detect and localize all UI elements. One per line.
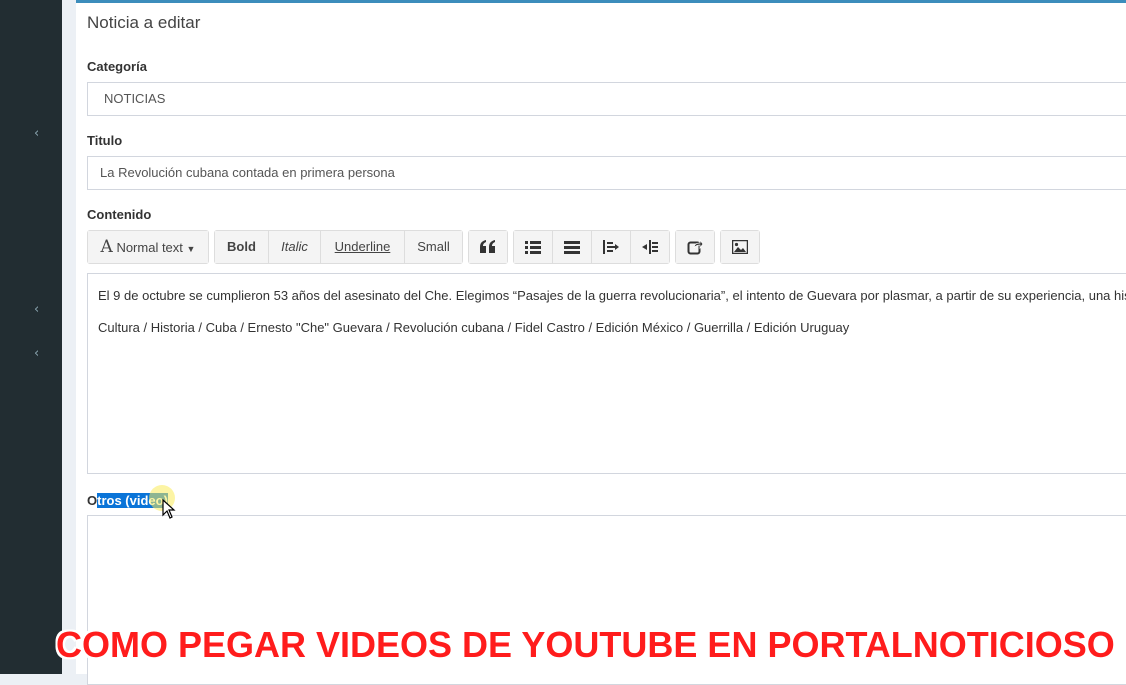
italic-button[interactable]: Italic xyxy=(269,231,321,263)
content-editor[interactable]: El 9 de octubre se cumplieron 53 años de… xyxy=(87,273,1126,474)
insert-link-button[interactable] xyxy=(676,231,714,263)
font-icon: A xyxy=(100,237,113,257)
normal-text-label: Normal text xyxy=(116,240,183,255)
quote-icon xyxy=(480,240,495,253)
chevron-left-icon[interactable]: ‹ xyxy=(34,302,39,317)
edit-news-box: Noticia a editar Categoría NOTICIAS Titu… xyxy=(76,0,1126,685)
chevron-left-icon[interactable]: ‹ xyxy=(34,126,39,141)
small-button[interactable]: Small xyxy=(405,231,462,263)
image-icon xyxy=(731,239,749,255)
chevron-left-icon[interactable]: ‹ xyxy=(34,346,39,361)
insert-image-button[interactable] xyxy=(721,231,759,263)
share-link-icon xyxy=(687,238,704,255)
outdent-button[interactable] xyxy=(592,231,631,263)
categoria-select[interactable]: NOTICIAS xyxy=(87,82,1126,116)
font-style-group: A Normal text ▼ xyxy=(87,230,209,264)
contenido-label: Contenido xyxy=(87,207,152,222)
bold-button[interactable]: Bold xyxy=(215,231,269,263)
text-format-group: Bold Italic Underline Small xyxy=(214,230,463,264)
content-gutter xyxy=(62,0,76,674)
underline-button[interactable]: Underline xyxy=(321,231,405,263)
content-paragraph: El 9 de octubre se cumplieron 53 años de… xyxy=(98,288,1126,303)
unordered-list-button[interactable] xyxy=(514,231,553,263)
indent-icon xyxy=(642,240,658,254)
otros-label-prefix: O xyxy=(87,493,98,508)
normal-text-dropdown[interactable]: A Normal text ▼ xyxy=(88,231,208,263)
categoria-value: NOTICIAS xyxy=(104,91,166,106)
unordered-list-icon xyxy=(525,241,541,254)
image-group xyxy=(720,230,760,264)
mouse-pointer-icon xyxy=(162,499,176,519)
quote-group xyxy=(468,230,508,264)
ordered-list-icon xyxy=(564,241,580,254)
list-group xyxy=(513,230,670,264)
content-tags-paragraph: Cultura / Historia / Cuba / Ernesto "Che… xyxy=(98,320,850,335)
sidebar: ‹ ‹ ‹ xyxy=(0,0,62,674)
ordered-list-button[interactable] xyxy=(553,231,592,263)
titulo-value: La Revolución cubana contada en primera … xyxy=(100,165,395,180)
blockquote-button[interactable] xyxy=(469,231,507,263)
titulo-label: Titulo xyxy=(87,133,123,148)
caret-down-icon: ▼ xyxy=(186,244,196,254)
categoria-label: Categoría xyxy=(87,59,147,74)
outdent-icon xyxy=(603,240,619,254)
titulo-input[interactable]: La Revolución cubana contada en primera … xyxy=(87,156,1126,190)
video-caption-overlay: COMO PEGAR VIDEOS DE YOUTUBE EN PORTALNO… xyxy=(56,624,1115,665)
indent-button[interactable] xyxy=(631,231,669,263)
link-group xyxy=(675,230,715,264)
box-title: Noticia a editar xyxy=(87,13,201,32)
